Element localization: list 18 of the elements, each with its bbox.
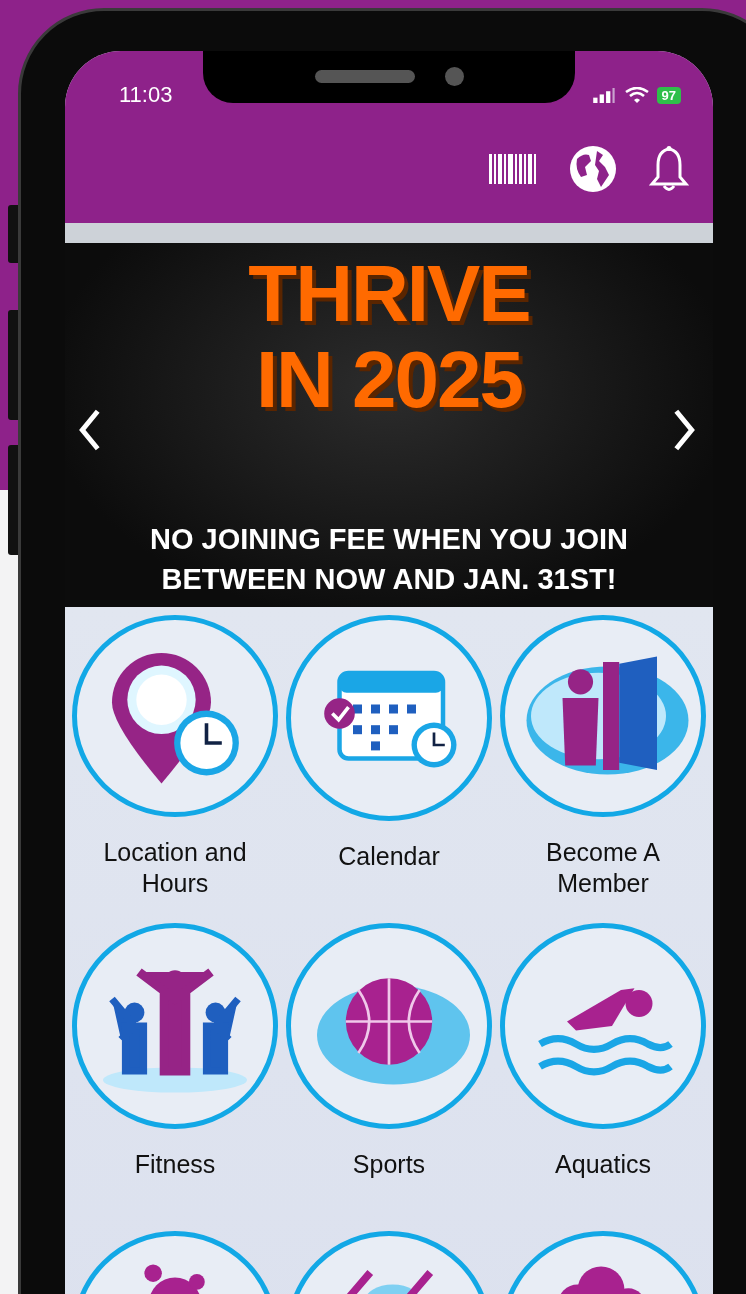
wifi-icon — [624, 87, 649, 103]
banner-headline: IN 2025 — [255, 337, 523, 423]
banner-text: BETWEEN NOW AND JAN. 31ST! — [161, 562, 617, 597]
barcode-icon[interactable] — [489, 154, 537, 184]
signal-icon — [592, 87, 617, 103]
tile-label: Fitness — [134, 1149, 216, 1180]
globe-icon[interactable] — [569, 145, 617, 193]
tile-label: Become A Member — [545, 837, 661, 899]
tile-label: Location and Hours — [102, 837, 248, 899]
banner-headline: THRIVE — [248, 251, 530, 337]
tile-label: Sports — [352, 1149, 426, 1180]
battery-level: 97 — [656, 86, 681, 104]
status-time: 11:03 — [119, 82, 173, 108]
tile-label: Aquatics — [555, 1149, 651, 1180]
tile-label: Calendar — [338, 841, 440, 872]
banner-text: NO JOINING FEE WHEN YOU JOIN — [149, 522, 628, 557]
notification-bell-icon[interactable] — [649, 145, 689, 193]
promo-banner[interactable]: THRIVE IN 2025 NO JOINING FEE WHEN YOU JOIN BETWEEN NOW AND JAN. 31ST! — [65, 243, 713, 607]
